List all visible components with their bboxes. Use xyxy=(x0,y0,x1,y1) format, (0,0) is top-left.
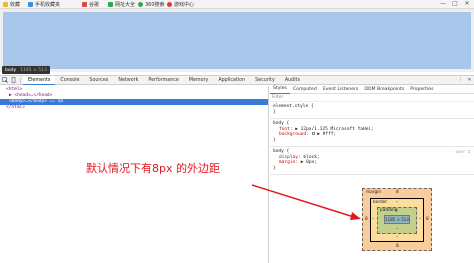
tooltip-size: 1185 × 513 xyxy=(20,67,47,73)
tab-memory[interactable]: Memory xyxy=(184,76,214,85)
body-tag: <body>…</body> xyxy=(9,99,47,104)
margin-label: margin xyxy=(366,190,382,195)
box-model-diagram: margin 8 8 8 8 border – – – – padding – … xyxy=(362,188,432,251)
margin-right-value[interactable]: 8 xyxy=(426,217,429,222)
devtools-tab-bar: Elements Console Sources Network Perform… xyxy=(0,75,474,85)
bookmark-label: 谷歌 xyxy=(89,2,100,8)
tab-console[interactable]: Console xyxy=(55,76,84,85)
padding-top-value[interactable]: – xyxy=(396,208,398,213)
property-value: block; xyxy=(303,154,320,160)
padding-label: padding xyxy=(380,208,398,213)
padding-box: padding – 1185 × 513 – xyxy=(377,207,417,234)
close-devtools-button[interactable]: ✕ xyxy=(465,76,474,85)
dom-node-html-close[interactable]: </html> xyxy=(0,105,268,111)
tab-dom-breakpoints[interactable]: DOM Breakpoints xyxy=(361,86,407,94)
bookmark-game-center[interactable]: 游戏中心 xyxy=(167,1,194,8)
rule-close: } xyxy=(273,165,276,171)
bookmark-favorites[interactable]: 收藏 xyxy=(3,1,20,8)
web-directory-icon xyxy=(108,2,113,7)
margin-left-value[interactable]: 8 xyxy=(365,217,368,222)
tab-security[interactable]: Security xyxy=(250,76,280,85)
more-options-icon[interactable]: ⋮ xyxy=(456,76,465,85)
color-swatch[interactable] xyxy=(311,132,315,135)
tab-properties[interactable]: Properties xyxy=(407,86,436,94)
rule-source: user a xyxy=(455,149,470,154)
property-value: ▶ 12px/1.125 Microsoft YaHei; xyxy=(295,126,374,132)
property-value: ▶ 8px; xyxy=(300,160,317,165)
tab-audits[interactable]: Audits xyxy=(280,76,305,85)
styles-tab-bar: Styles Computed Event Listeners DOM Brea… xyxy=(270,86,474,94)
property-name: background: xyxy=(279,132,309,137)
rule-close: } xyxy=(273,109,276,115)
tab-sources[interactable]: Sources xyxy=(84,76,113,85)
tab-event-listeners[interactable]: Event Listeners xyxy=(320,86,362,94)
bookmark-label: 360搜索 xyxy=(145,2,165,8)
game-icon xyxy=(167,2,172,7)
maximize-button[interactable]: □ xyxy=(452,1,458,7)
tab-elements[interactable]: Elements xyxy=(23,75,56,85)
property-name: font: xyxy=(279,126,293,132)
tab-computed[interactable]: Computed xyxy=(290,86,320,94)
window-controls: — □ ✕ xyxy=(440,1,470,7)
style-rule: body { font: ▶ 12px/1.125 Microsoft YaHe… xyxy=(270,119,474,147)
device-toolbar-icon[interactable] xyxy=(9,76,18,85)
padding-bottom-value[interactable]: – xyxy=(396,227,398,232)
bookmark-label: 网址大全 xyxy=(115,2,136,8)
rule-close: } xyxy=(273,137,276,143)
border-right-value[interactable]: – xyxy=(419,217,421,222)
phone-icon xyxy=(28,2,33,7)
bookmark-label: 手机收藏夹 xyxy=(35,2,61,8)
bookmark-google[interactable]: 谷歌 xyxy=(82,1,99,8)
close-button[interactable]: ✕ xyxy=(464,1,470,7)
page-viewport xyxy=(0,9,474,72)
minimize-button[interactable]: — xyxy=(440,1,446,7)
margin-top-value[interactable]: 8 xyxy=(396,190,399,195)
annotation-text: 默认情况下有8px 的外边距 xyxy=(86,162,220,175)
bookmark-label: 收藏 xyxy=(10,2,21,8)
style-rule: element.style { } xyxy=(270,102,474,119)
bookmark-label: 游戏中心 xyxy=(174,2,195,8)
divider xyxy=(20,76,21,84)
styles-filter-input[interactable]: Filter xyxy=(270,94,474,102)
search-icon xyxy=(138,2,143,7)
bookmark-360-search[interactable]: 360搜索 xyxy=(138,1,165,8)
border-bottom-value[interactable]: – xyxy=(396,235,398,240)
tab-application[interactable]: Application xyxy=(213,76,250,85)
border-left-value[interactable]: – xyxy=(372,217,374,222)
content-box[interactable]: 1185 × 513 xyxy=(384,215,410,224)
style-rule: user a body { display: block; margin: ▶ … xyxy=(270,147,474,175)
tooltip-element: body xyxy=(5,67,17,73)
border-label: border xyxy=(373,200,388,205)
margin-bottom-value[interactable]: 8 xyxy=(396,244,399,249)
inspect-icon[interactable] xyxy=(0,76,9,85)
border-top-value[interactable]: – xyxy=(396,200,398,205)
bookmark-mobile[interactable]: 手机收藏夹 xyxy=(28,1,60,8)
tab-styles[interactable]: Styles xyxy=(270,85,290,94)
selected-marker: == $0 xyxy=(49,99,64,104)
property-value: ▶ #fff; xyxy=(317,132,337,137)
property-name: margin: xyxy=(279,160,298,165)
border-box: border – – – – padding – 1185 × 513 – xyxy=(370,198,424,242)
body-highlight xyxy=(3,12,471,69)
bookmark-web-directory[interactable]: 网址大全 xyxy=(108,1,135,8)
bookmark-bar: 收藏 手机收藏夹 谷歌 网址大全 360搜索 游戏中心 — □ ✕ xyxy=(0,0,474,9)
tab-performance[interactable]: Performance xyxy=(143,76,183,85)
tab-network[interactable]: Network xyxy=(113,76,143,85)
google-icon xyxy=(82,2,87,7)
star-icon xyxy=(3,2,8,7)
element-tooltip: body 1185 × 513 xyxy=(2,66,50,74)
property-name: display: xyxy=(279,154,301,160)
